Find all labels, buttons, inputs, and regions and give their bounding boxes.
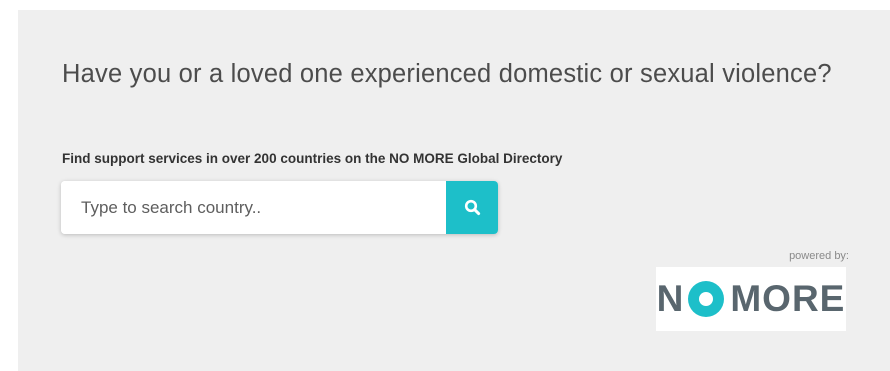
panel-subtitle: Find support services in over 200 countr… [62,151,563,166]
panel-headline: Have you or a loved one experienced dome… [62,60,832,88]
country-search-input[interactable] [61,181,446,234]
directory-search-panel: Have you or a loved one experienced dome… [18,10,890,371]
powered-by-label: powered by: [789,250,849,262]
circle-dot-icon [688,281,725,317]
country-search-bar [61,181,498,234]
logo-text-left: N [656,278,685,319]
no-more-logo[interactable]: N MORE [656,267,846,331]
search-button[interactable] [446,181,498,234]
search-icon [464,199,480,216]
logo-text-right: MORE [730,278,846,319]
